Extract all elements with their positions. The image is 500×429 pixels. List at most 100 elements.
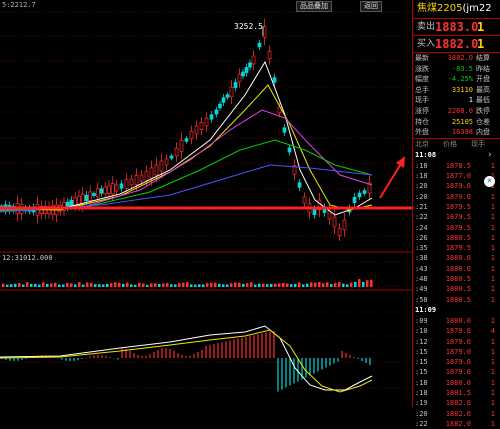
candle [169,155,174,159]
quote-table: 最新 1882.0 结算 涨跌 -83.5 昨结 幅度 -4.25% 开盘 总手 33110 最高 现手… [413,53,500,138]
quote-row: 总手 33110 最高 [413,85,500,96]
tick-time: :38 [415,254,428,263]
volume-bar [74,284,77,287]
volume-bar [18,282,21,287]
kline-chart-svg[interactable] [0,0,412,407]
volume-bar [186,282,189,287]
tick-price: 1879.0 [445,347,471,356]
volume-bar [82,284,85,287]
volume-bar [178,283,181,287]
candle [352,196,357,204]
tick-time: :20 [415,409,428,418]
tick-volume: 4 [490,327,495,336]
tick-time: :35 [415,244,428,253]
quote-row: 最新 1882.0 结算 [413,53,500,64]
quote-key: 最新 [415,54,429,62]
tick-time: :22 [415,419,428,428]
volume-bar [254,284,257,287]
candle [92,193,96,196]
candle [174,147,179,157]
quote-row: 涨跌 -83.5 昨结 [413,64,500,75]
volume-bar [302,284,305,287]
candle [99,188,104,194]
candle [248,62,252,68]
tick-header-price: 价格 [443,139,457,148]
volume-bar [78,282,81,287]
tick-time: :10 [415,327,428,336]
volume-bar [70,283,73,287]
bid-volume: 1 [477,37,485,51]
volume-bar [318,282,321,287]
tick-list-2[interactable]: :09 1880.0 1:10 1879.0 4:12 1879.0 1:15 1879.0 1… [413,316,500,429]
candle [282,127,287,133]
volume-bar [198,284,201,287]
tick-row: :18 1881.5 1 [413,388,500,398]
candle [149,167,154,179]
close-icon[interactable]: ✕ [484,176,495,187]
tick-price: 1879.5 [445,213,471,222]
candle [179,140,184,152]
quote-key-2: 最高 [476,85,490,94]
candle [342,219,347,231]
tick-row: :38 1880.0 1 [413,253,500,263]
volume-bar [222,284,225,287]
tick-time: :20 [415,182,428,191]
tick-volume: 1 [490,192,495,201]
volume-bar [22,284,25,287]
candle [229,86,234,98]
quote-value: 25105 [451,117,473,126]
arrow-up-icon [379,161,403,199]
volume-bar [118,282,121,287]
kline-chart-area[interactable]: 5:2212.7 品品叠加 返回 3252.5 12:31012.000 [0,0,412,407]
volume-bar [194,284,197,287]
tick-volume: 1 [490,347,495,356]
tick-price: 1880.0 [445,316,471,325]
volume-bar [314,282,317,287]
tick-volume: 1 [490,264,495,273]
back-button[interactable]: 返回 [360,1,382,12]
quote-panel: 焦煤2205(jm22 卖出 1883.0 1 买入 1882.0 1 最新 18… [412,0,500,428]
tick-row: :24 1879.5 1 [413,223,500,233]
quote-key-2: 开盘 [476,75,490,84]
tick-price: 1879.0 [445,192,471,201]
quote-key-2: 结算 [476,54,490,62]
quote-key: 幅度 [415,75,429,84]
tick-row: :15 1879.0 1 [413,367,500,377]
quote-key-2: 最低 [476,96,490,105]
tick-volume: 1 [490,223,495,232]
volume-bar [154,283,157,287]
tick-volume: 1 [490,378,495,387]
volume-bar [350,282,353,287]
candle [251,55,256,65]
quote-key: 总手 [415,85,429,94]
tick-time: :18 [415,378,428,387]
candle [262,26,267,38]
tick-price: 1882.0 [445,399,471,408]
candle [241,71,245,77]
volume-bar [274,283,277,287]
tick-row: :19 1882.0 1 [413,398,500,408]
tick-volume: 1 [490,254,495,263]
volume-bar [282,282,285,287]
quote-value: 33110 [451,85,473,94]
tick-price: 1882.0 [445,409,471,418]
overlay-product-button[interactable]: 品品叠加 [296,1,332,12]
volume-bar [30,283,33,287]
volume-bar [134,284,137,287]
volume-bar [354,281,357,287]
tick-volume: 1 [490,275,495,284]
volume-bar [346,284,349,287]
tick-price: 1880.0 [445,378,471,387]
tick-volume: 1 [490,316,495,325]
volume-bar [10,284,13,287]
candle [144,171,149,181]
tick-volume: 1 [490,419,495,428]
volume-bar [214,282,217,287]
tick-price: 1880.5 [445,275,471,284]
scroll-right-icon[interactable]: › [488,150,498,160]
peak-price-label: 3252.5 [234,22,263,31]
candle [119,183,124,189]
tick-time: :49 [415,285,428,294]
volume-bar [50,283,53,287]
tick-price: 1879.0 [445,182,471,191]
